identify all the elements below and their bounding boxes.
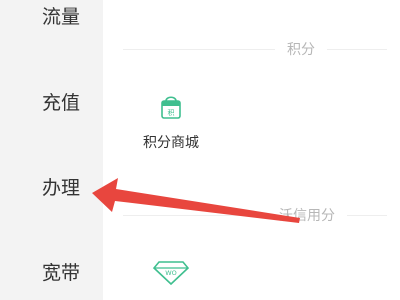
sidebar-item-traffic[interactable]: 流量 (0, 5, 103, 29)
tile-points-mall[interactable]: 积 积分商城 (126, 92, 216, 152)
diamond-icon: WO (151, 261, 191, 290)
sidebar-item-broadband[interactable]: 宽带 (0, 261, 103, 285)
divider-line (123, 214, 267, 216)
tile-wo-credit[interactable]: WO (126, 256, 216, 296)
main-content: 积分 积 积分商城 沃信用分 WO (103, 0, 400, 300)
divider-line (347, 214, 387, 216)
sidebar-item-recharge[interactable]: 充值 (0, 91, 103, 115)
tile-label: 积分商城 (143, 135, 199, 151)
section-header-wo-credit: 沃信用分 (279, 208, 335, 224)
section-divider-points: 积分 (123, 41, 387, 58)
divider-line (123, 48, 275, 50)
sidebar: 流量 充值 办理 宽带 (0, 0, 103, 300)
bag-icon: 积 (156, 96, 186, 126)
section-divider-wo-credit: 沃信用分 (123, 207, 387, 224)
divider-line (327, 48, 387, 50)
svg-text:积: 积 (168, 108, 175, 117)
sidebar-item-handle[interactable]: 办理 (0, 176, 103, 200)
section-header-points: 积分 (287, 42, 315, 58)
svg-text:WO: WO (165, 269, 177, 277)
